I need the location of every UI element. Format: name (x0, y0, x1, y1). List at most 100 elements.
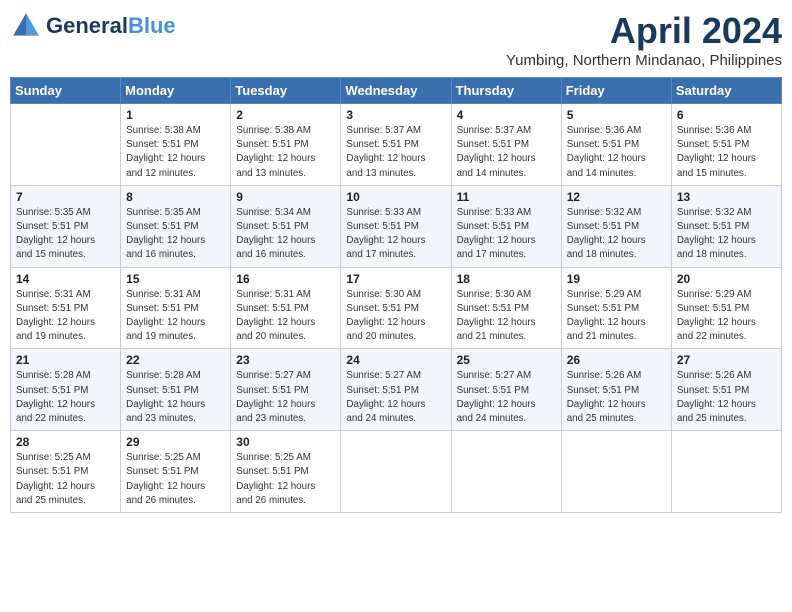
day-info: Sunrise: 5:36 AMSunset: 5:51 PMDaylight:… (567, 124, 666, 181)
day-info: Sunrise: 5:37 AMSunset: 5:51 PMDaylight:… (457, 124, 556, 181)
day-number: 26 (567, 353, 666, 367)
day-info: Sunrise: 5:25 AMSunset: 5:51 PMDaylight:… (126, 451, 225, 508)
calendar-cell: 11Sunrise: 5:33 AMSunset: 5:51 PMDayligh… (451, 185, 561, 267)
day-info: Sunrise: 5:28 AMSunset: 5:51 PMDaylight:… (126, 369, 225, 426)
col-tuesday: Tuesday (231, 78, 341, 104)
day-number: 6 (677, 108, 776, 122)
day-number: 29 (126, 435, 225, 449)
day-info: Sunrise: 5:29 AMSunset: 5:51 PMDaylight:… (567, 288, 666, 345)
col-monday: Monday (121, 78, 231, 104)
day-info: Sunrise: 5:27 AMSunset: 5:51 PMDaylight:… (457, 369, 556, 426)
day-number: 1 (126, 108, 225, 122)
day-info: Sunrise: 5:31 AMSunset: 5:51 PMDaylight:… (236, 288, 335, 345)
logo-text: GeneralBlue (46, 14, 176, 38)
day-number: 22 (126, 353, 225, 367)
day-number: 3 (346, 108, 445, 122)
calendar-cell: 19 Sunrise: 5:29 AMSunset: 5:51 PMDayligh… (561, 267, 671, 349)
day-info: Sunrise: 5:25 AMSunset: 5:51 PMDaylight:… (16, 451, 115, 508)
day-info: Sunrise: 5:32 AMSunset: 5:51 PMDaylight:… (567, 206, 666, 263)
calendar-cell (11, 104, 121, 186)
calendar-cell: 5 Sunrise: 5:36 AMSunset: 5:51 PMDaylight… (561, 104, 671, 186)
day-info: Sunrise: 5:36 AMSunset: 5:51 PMDaylight:… (677, 124, 776, 181)
calendar-cell: 8 Sunrise: 5:35 AMSunset: 5:51 PMDaylight… (121, 185, 231, 267)
calendar-cell: 30Sunrise: 5:25 AMSunset: 5:51 PMDayligh… (231, 431, 341, 513)
logo: GeneralBlue (10, 10, 176, 42)
day-info: Sunrise: 5:38 AMSunset: 5:51 PMDaylight:… (236, 124, 335, 181)
day-info: Sunrise: 5:27 AMSunset: 5:51 PMDaylight:… (346, 369, 445, 426)
header-row: Sunday Monday Tuesday Wednesday Thursday… (11, 78, 782, 104)
calendar-cell (451, 431, 561, 513)
calendar-cell: 25 Sunrise: 5:27 AMSunset: 5:51 PMDayligh… (451, 349, 561, 431)
day-number: 23 (236, 353, 335, 367)
calendar-week-2: 7Sunrise: 5:35 AMSunset: 5:51 PMDaylight… (11, 185, 782, 267)
calendar-cell: 6 Sunrise: 5:36 AMSunset: 5:51 PMDaylight… (671, 104, 781, 186)
day-number: 28 (16, 435, 115, 449)
location-title: Yumbing, Northern Mindanao, Philippines (506, 52, 782, 69)
calendar-cell: 27 Sunrise: 5:26 AMSunset: 5:51 PMDayligh… (671, 349, 781, 431)
day-number: 20 (677, 272, 776, 286)
day-info: Sunrise: 5:38 AMSunset: 5:51 PMDaylight:… (126, 124, 225, 181)
calendar-cell: 26 Sunrise: 5:26 AMSunset: 5:51 PMDayligh… (561, 349, 671, 431)
calendar-cell: 18 Sunrise: 5:30 AMSunset: 5:51 PMDayligh… (451, 267, 561, 349)
calendar-cell (341, 431, 451, 513)
day-info: Sunrise: 5:25 AMSunset: 5:51 PMDaylight:… (236, 451, 335, 508)
day-number: 14 (16, 272, 115, 286)
page-header: GeneralBlue April 2024 Yumbing, Northern… (10, 10, 782, 69)
day-info: Sunrise: 5:35 AMSunset: 5:51 PMDaylight:… (16, 206, 115, 263)
day-number: 15 (126, 272, 225, 286)
day-number: 18 (457, 272, 556, 286)
day-number: 9 (236, 190, 335, 204)
calendar-cell: 16 Sunrise: 5:31 AMSunset: 5:51 PMDayligh… (231, 267, 341, 349)
day-info: Sunrise: 5:30 AMSunset: 5:51 PMDaylight:… (457, 288, 556, 345)
day-info: Sunrise: 5:33 AMSunset: 5:51 PMDaylight:… (457, 206, 556, 263)
day-number: 25 (457, 353, 556, 367)
col-thursday: Thursday (451, 78, 561, 104)
col-saturday: Saturday (671, 78, 781, 104)
day-number: 8 (126, 190, 225, 204)
day-info: Sunrise: 5:34 AMSunset: 5:51 PMDaylight:… (236, 206, 335, 263)
col-sunday: Sunday (11, 78, 121, 104)
col-friday: Friday (561, 78, 671, 104)
day-info: Sunrise: 5:28 AMSunset: 5:51 PMDaylight:… (16, 369, 115, 426)
col-wednesday: Wednesday (341, 78, 451, 104)
logo-icon (10, 10, 42, 42)
day-number: 24 (346, 353, 445, 367)
calendar-week-5: 28 Sunrise: 5:25 AMSunset: 5:51 PMDayligh… (11, 431, 782, 513)
calendar-cell: 9 Sunrise: 5:34 AMSunset: 5:51 PMDaylight… (231, 185, 341, 267)
day-info: Sunrise: 5:30 AMSunset: 5:51 PMDaylight:… (346, 288, 445, 345)
calendar-table: Sunday Monday Tuesday Wednesday Thursday… (10, 77, 782, 513)
day-number: 10 (346, 190, 445, 204)
calendar-cell: 29 Sunrise: 5:25 AMSunset: 5:51 PMDayligh… (121, 431, 231, 513)
calendar-cell: 12 Sunrise: 5:32 AMSunset: 5:51 PMDayligh… (561, 185, 671, 267)
calendar-cell: 13 Sunrise: 5:32 AMSunset: 5:51 PMDayligh… (671, 185, 781, 267)
calendar-week-3: 14 Sunrise: 5:31 AMSunset: 5:51 PMDayligh… (11, 267, 782, 349)
month-title: April 2024 (506, 10, 782, 52)
day-number: 27 (677, 353, 776, 367)
calendar-cell: 14 Sunrise: 5:31 AMSunset: 5:51 PMDayligh… (11, 267, 121, 349)
calendar-cell: 7Sunrise: 5:35 AMSunset: 5:51 PMDaylight… (11, 185, 121, 267)
day-info: Sunrise: 5:26 AMSunset: 5:51 PMDaylight:… (677, 369, 776, 426)
day-info: Sunrise: 5:31 AMSunset: 5:51 PMDaylight:… (126, 288, 225, 345)
calendar-week-4: 21 Sunrise: 5:28 AMSunset: 5:51 PMDayligh… (11, 349, 782, 431)
day-info: Sunrise: 5:26 AMSunset: 5:51 PMDaylight:… (567, 369, 666, 426)
day-number: 16 (236, 272, 335, 286)
day-info: Sunrise: 5:35 AMSunset: 5:51 PMDaylight:… (126, 206, 225, 263)
day-number: 17 (346, 272, 445, 286)
calendar-cell: 4Sunrise: 5:37 AMSunset: 5:51 PMDaylight… (451, 104, 561, 186)
day-info: Sunrise: 5:33 AMSunset: 5:51 PMDaylight:… (346, 206, 445, 263)
day-number: 13 (677, 190, 776, 204)
calendar-cell (671, 431, 781, 513)
calendar-cell: 3Sunrise: 5:37 AMSunset: 5:51 PMDaylight… (341, 104, 451, 186)
calendar-cell: 10 Sunrise: 5:33 AMSunset: 5:51 PMDayligh… (341, 185, 451, 267)
day-number: 12 (567, 190, 666, 204)
day-number: 19 (567, 272, 666, 286)
calendar-cell: 23 Sunrise: 5:27 AMSunset: 5:51 PMDayligh… (231, 349, 341, 431)
day-info: Sunrise: 5:32 AMSunset: 5:51 PMDaylight:… (677, 206, 776, 263)
day-info: Sunrise: 5:27 AMSunset: 5:51 PMDaylight:… (236, 369, 335, 426)
day-number: 5 (567, 108, 666, 122)
calendar-cell: 2Sunrise: 5:38 AMSunset: 5:51 PMDaylight… (231, 104, 341, 186)
calendar-cell: 17 Sunrise: 5:30 AMSunset: 5:51 PMDayligh… (341, 267, 451, 349)
day-info: Sunrise: 5:31 AMSunset: 5:51 PMDaylight:… (16, 288, 115, 345)
calendar-week-1: 1 Sunrise: 5:38 AMSunset: 5:51 PMDaylight… (11, 104, 782, 186)
day-number: 21 (16, 353, 115, 367)
